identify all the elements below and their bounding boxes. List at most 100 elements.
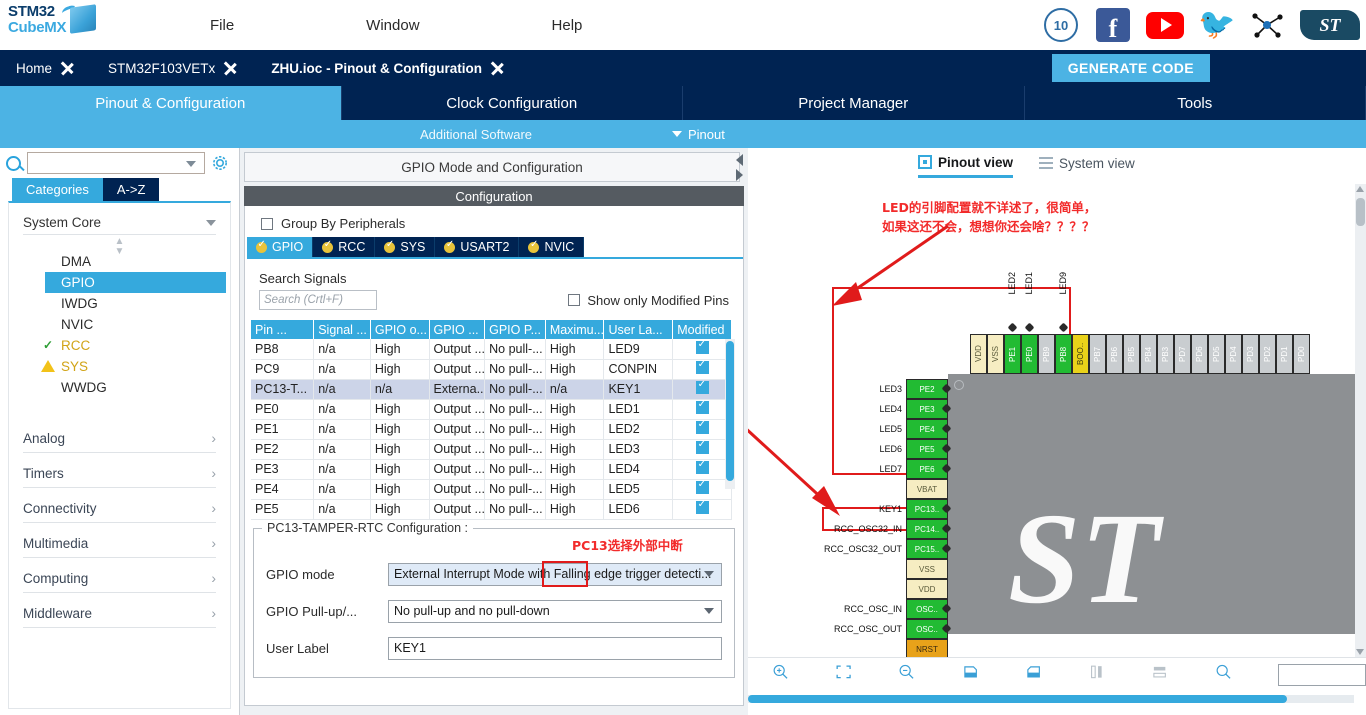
group-by-peripherals-row[interactable]: Group By Peripherals: [245, 206, 743, 237]
chip-pin-pb7[interactable]: PB7: [1089, 334, 1106, 374]
chip-pin-pd2[interactable]: PD2: [1259, 334, 1276, 374]
chip-pin-vss[interactable]: VSS: [987, 334, 1004, 374]
chip-pin-pb6[interactable]: PB6: [1106, 334, 1123, 374]
modified-cell[interactable]: [672, 339, 732, 360]
search-icon[interactable]: [1215, 664, 1232, 686]
table-row[interactable]: PC13-T... n/a n/a Externa... No pull-... n/a K…: [251, 379, 732, 400]
gear-icon[interactable]: [211, 154, 229, 172]
scroll-up-arrow-icon[interactable]: [1356, 186, 1364, 192]
tab-tools[interactable]: Tools: [1025, 86, 1366, 120]
chip-pin-pb3[interactable]: PB3: [1157, 334, 1174, 374]
scrollbar-thumb[interactable]: [726, 341, 734, 481]
show-only-modified-row[interactable]: Show only Modified Pins: [568, 293, 729, 308]
modified-cell[interactable]: [672, 359, 732, 380]
chip-pin-pd4[interactable]: PD4: [1225, 334, 1242, 374]
canvas-horizontal-scrollbar[interactable]: [748, 695, 1354, 703]
scroll-up-arrow-icon[interactable]: ▲ ▼: [9, 237, 230, 257]
modified-cell[interactable]: [672, 399, 732, 420]
pinout-dropdown[interactable]: Pinout: [672, 127, 725, 142]
menu-file[interactable]: File: [200, 13, 244, 38]
col-gpio-mode[interactable]: GPIO ...: [429, 320, 486, 339]
chip-pin-pd6[interactable]: PD6: [1191, 334, 1208, 374]
breadcrumb-mcu[interactable]: STM32F103VETx: [86, 61, 223, 76]
st-logo-icon[interactable]: ST: [1298, 6, 1362, 44]
gpio-pullup-select[interactable]: No pull-up and no pull-down: [388, 599, 722, 623]
table-row[interactable]: PE1 n/a High Output ... No pull-... High LED2: [251, 419, 732, 440]
user-label-input[interactable]: KEY1: [388, 636, 722, 660]
peripheral-tab-sys[interactable]: SYS: [375, 237, 436, 257]
chip-pin-pb4[interactable]: PB4: [1140, 334, 1157, 374]
tab-system-view[interactable]: System view: [1039, 156, 1135, 176]
chip-pin-pe0[interactable]: PE0: [1021, 334, 1038, 374]
modified-checkbox[interactable]: [695, 479, 709, 494]
sidebar-category-computing[interactable]: Computing ›: [9, 560, 230, 592]
peripheral-tab-nvic[interactable]: NVIC: [519, 237, 585, 257]
sidebar-item-nvic[interactable]: NVIC: [9, 314, 230, 335]
sidebar-item-gpio[interactable]: GPIO: [45, 272, 226, 293]
modified-cell[interactable]: [672, 379, 732, 400]
table-row[interactable]: PE0 n/a High Output ... No pull-... High LED1: [251, 399, 732, 420]
menu-window[interactable]: Window: [356, 13, 429, 38]
twitter-icon[interactable]: 🐦: [1198, 6, 1236, 44]
menu-help[interactable]: Help: [542, 13, 593, 38]
show-only-modified-checkbox[interactable]: [568, 294, 581, 306]
sidebar-item-dma[interactable]: DMA: [9, 251, 230, 272]
col-gpio-pull[interactable]: GPIO P...: [484, 320, 546, 339]
zoom-in-icon[interactable]: [772, 664, 789, 686]
scrollbar-thumb[interactable]: [748, 695, 1288, 703]
peripheral-tab-usart2[interactable]: USART2: [435, 237, 520, 257]
tab-clock-configuration[interactable]: Clock Configuration: [342, 86, 683, 120]
anniversary-badge-icon[interactable]: 10: [1042, 6, 1080, 44]
col-modified[interactable]: Modified: [672, 320, 732, 339]
modified-checkbox[interactable]: [695, 459, 709, 474]
facebook-icon[interactable]: f: [1094, 6, 1132, 44]
additional-software-button[interactable]: Additional Software: [420, 127, 532, 142]
sidebar-tab-categories[interactable]: Categories: [12, 178, 103, 201]
sidebar-item-sys[interactable]: SYS: [9, 356, 230, 377]
chip-pin-boo[interactable]: BOO..: [1072, 334, 1089, 374]
chip-pin-pd0[interactable]: PD0: [1293, 334, 1310, 374]
sidebar-item-rcc[interactable]: ✓ RCC: [9, 335, 230, 356]
modified-cell[interactable]: [672, 499, 732, 520]
modified-cell[interactable]: [672, 479, 732, 500]
chip-pin-pe1[interactable]: PE1: [1004, 334, 1021, 374]
modified-cell[interactable]: [672, 419, 732, 440]
modified-checkbox[interactable]: [695, 399, 709, 414]
modified-checkbox[interactable]: [695, 379, 709, 394]
breadcrumb-home[interactable]: Home: [0, 61, 60, 76]
flip-horizontal-icon[interactable]: [1151, 664, 1168, 686]
tab-pinout-view[interactable]: Pinout view: [918, 155, 1014, 178]
sidebar-category-multimedia[interactable]: Multimedia ›: [9, 525, 230, 557]
chip-pin-pb9[interactable]: PB9: [1038, 334, 1055, 374]
modified-checkbox[interactable]: [695, 359, 709, 374]
chip-pin-pd1[interactable]: PD1: [1276, 334, 1293, 374]
search-signals-input[interactable]: Search (Crtl+F): [259, 290, 377, 310]
canvas-vertical-scrollbar[interactable]: [1355, 184, 1366, 657]
sidebar-item-iwdg[interactable]: IWDG: [9, 293, 230, 314]
fit-to-screen-icon[interactable]: [835, 664, 852, 686]
chip-pin-pd3[interactable]: PD3: [1242, 334, 1259, 374]
chip-pin-pb5[interactable]: PB5: [1123, 334, 1140, 374]
modified-cell[interactable]: [672, 439, 732, 460]
table-row[interactable]: PB8 n/a High Output ... No pull-... High LED9: [251, 339, 732, 360]
pinout-canvas[interactable]: LED的引脚配置就不详述了，很简单， 如果这还不会，想想你还会啥？？？？ ST …: [748, 184, 1356, 657]
sidebar-item-wwdg[interactable]: WWDG: [9, 377, 230, 398]
col-pin[interactable]: Pin ...: [251, 320, 315, 339]
col-signal[interactable]: Signal ...: [313, 320, 371, 339]
scroll-down-arrow-icon[interactable]: [1356, 649, 1364, 655]
chip-pin-pb8[interactable]: PB8: [1055, 334, 1072, 374]
scrollbar-thumb[interactable]: [1356, 198, 1365, 226]
modified-checkbox[interactable]: [695, 339, 709, 354]
rotate-right-icon[interactable]: [962, 664, 979, 686]
table-row[interactable]: PC9 n/a High Output ... No pull-... High CONPI…: [251, 359, 732, 380]
tab-project-manager[interactable]: Project Manager: [683, 86, 1025, 120]
group-by-peripherals-checkbox[interactable]: [261, 217, 273, 230]
peripheral-tab-gpio[interactable]: GPIO: [247, 237, 314, 257]
community-icon[interactable]: [1250, 10, 1284, 40]
peripheral-tab-rcc[interactable]: RCC: [313, 237, 376, 257]
col-maximum-speed[interactable]: Maximu...: [545, 320, 605, 339]
sidebar-category-connectivity[interactable]: Connectivity ›: [9, 490, 230, 522]
sidebar-group-system-core[interactable]: System Core: [9, 209, 230, 234]
chip-pin-vbat[interactable]: VBAT: [906, 479, 948, 499]
modified-checkbox[interactable]: [695, 439, 709, 454]
